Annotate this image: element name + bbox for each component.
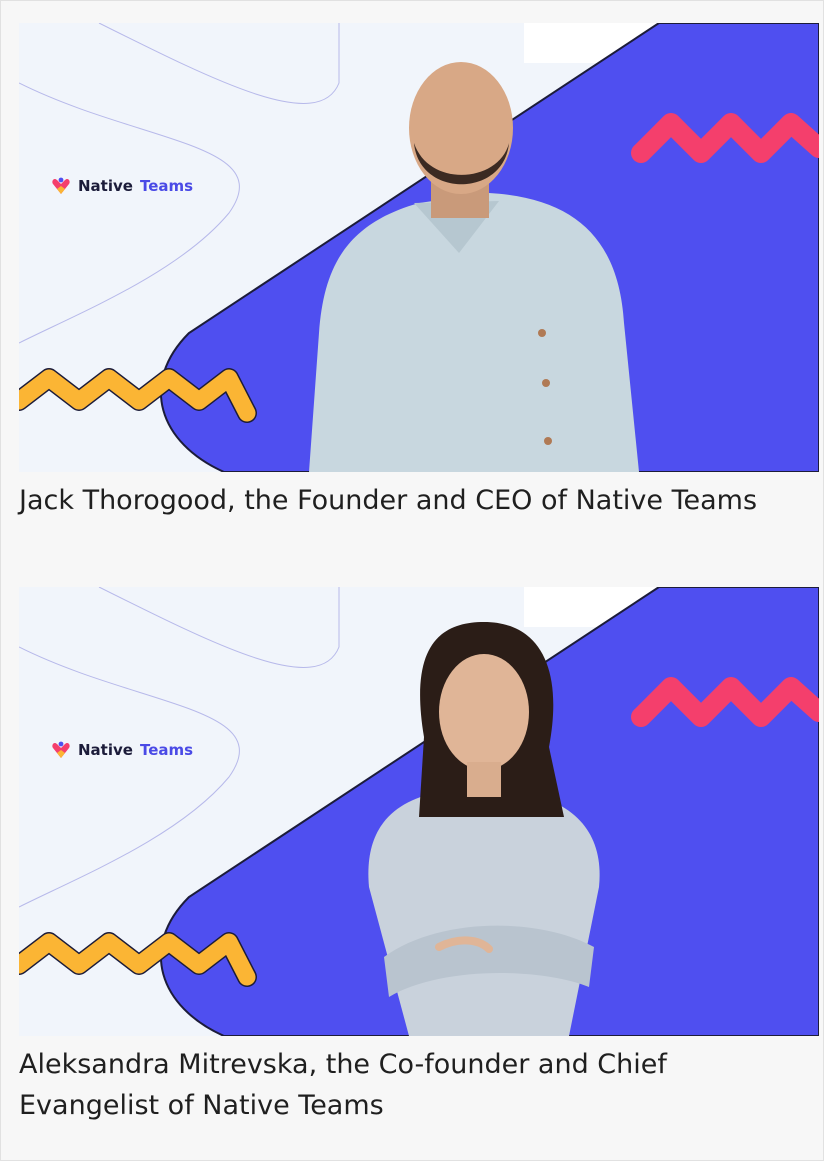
photo-background <box>19 587 819 1036</box>
cofounder-figure: Native Teams Aleksandra Mitrevska, the Co… <box>19 587 819 1126</box>
logo-word-native: Native <box>78 741 133 759</box>
native-teams-heart-icon <box>52 741 70 758</box>
native-teams-heart-icon <box>52 177 70 194</box>
founder-photo: Native Teams <box>19 23 819 472</box>
cofounder-photo: Native Teams <box>19 587 819 1036</box>
article-figures: Native Teams Jack Thorogood, the Founder … <box>0 0 824 1161</box>
founder-figure: Native Teams Jack Thorogood, the Founder … <box>19 23 819 521</box>
cofounder-caption: Aleksandra Mitrevska, the Co-founder and… <box>19 1049 667 1121</box>
logo-word-native: Native <box>78 177 133 195</box>
founder-caption: Jack Thorogood, the Founder and CEO of N… <box>19 485 758 516</box>
logo-word-teams: Teams <box>139 741 194 759</box>
native-teams-logo: Native Teams <box>51 741 193 759</box>
logo-word-teams: Teams <box>139 177 194 195</box>
photo-background <box>19 23 819 472</box>
native-teams-logo: Native Teams <box>51 177 193 195</box>
